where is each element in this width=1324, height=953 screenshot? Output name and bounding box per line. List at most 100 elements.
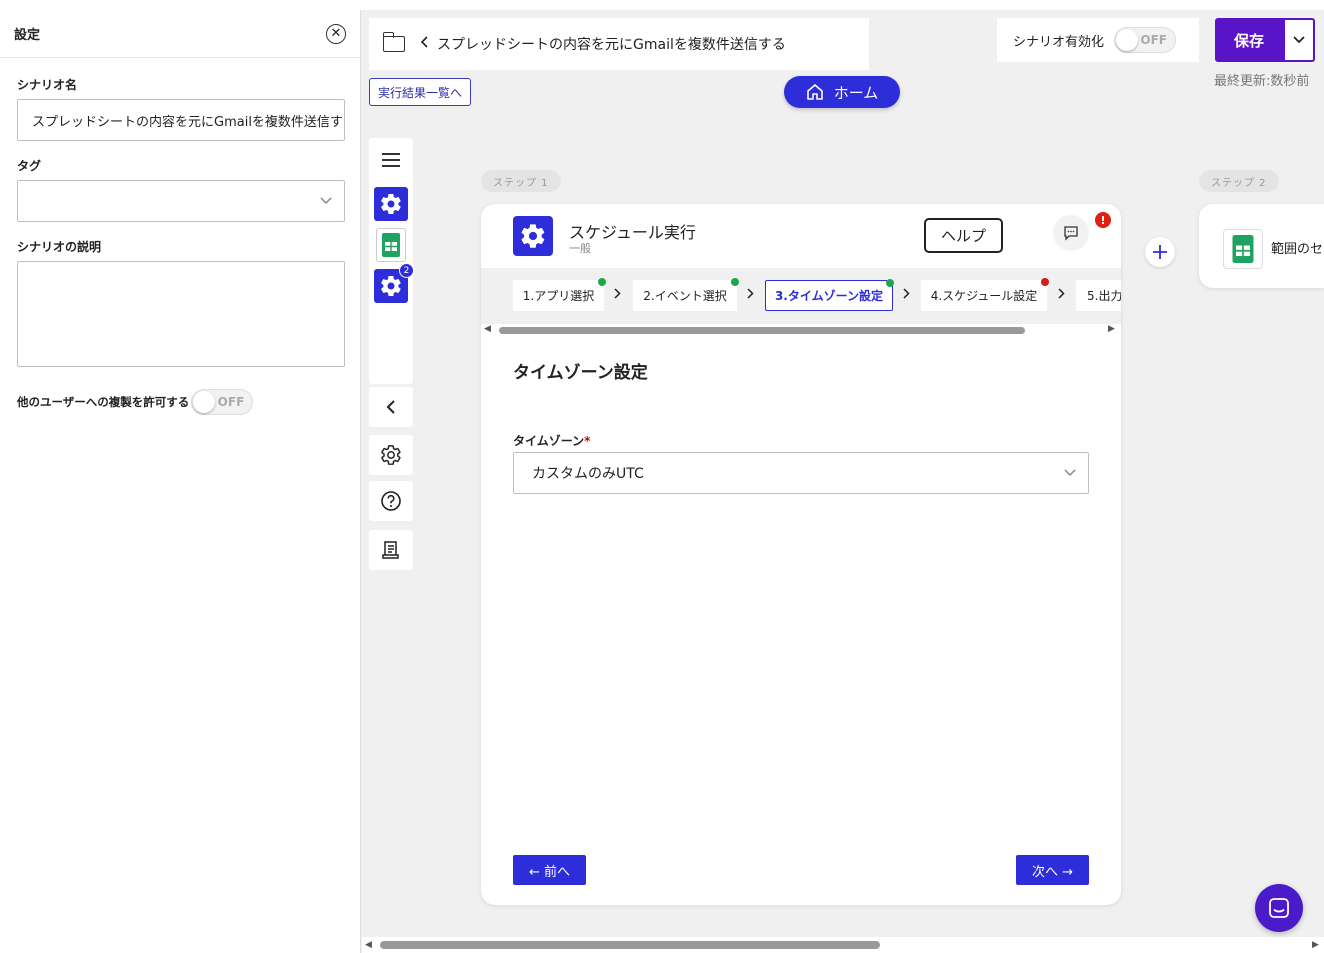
scenario-enable-toggle[interactable]: OFF — [1114, 27, 1177, 53]
tab-schedule[interactable]: 4.スケジュール設定 — [921, 278, 1049, 311]
toggle-state: OFF — [217, 395, 245, 409]
folder-icon[interactable] — [383, 32, 405, 52]
timezone-label: タイムゾーン* — [513, 432, 590, 449]
tab-label: 2.イベント選択 — [643, 289, 727, 303]
close-icon[interactable]: ✕ — [326, 23, 346, 44]
step-gear-icon[interactable] — [374, 187, 408, 221]
section-title: タイムゾーン設定 — [513, 363, 648, 383]
tag-label: タグ — [17, 159, 42, 173]
done-status-icon — [886, 279, 894, 287]
save-button[interactable]: 保存 — [1215, 18, 1283, 62]
error-status-icon — [1041, 278, 1049, 286]
document-icon — [382, 541, 399, 559]
canvas-scrollbar[interactable]: ◀ ▶ — [362, 937, 1324, 953]
top-strip — [0, 0, 1324, 10]
app-subtitle: 一般 — [569, 242, 591, 255]
list-icon[interactable] — [382, 153, 400, 167]
scrollbar-thumb[interactable] — [499, 327, 1025, 334]
step-2-card[interactable]: 範囲のセ — [1199, 204, 1324, 288]
home-label: ホーム — [833, 83, 879, 102]
timezone-label-text: タイムゾーン — [513, 434, 585, 448]
scenario-name-value: スプレッドシートの内容を元にGmailを複数件送信する — [32, 114, 345, 130]
add-step-button[interactable] — [1145, 237, 1175, 267]
prev-button[interactable]: ← 前へ — [513, 855, 586, 885]
toggle-knob — [1116, 29, 1139, 51]
results-list-link[interactable]: 実行結果一覧へ — [369, 78, 472, 106]
save-dropdown-button[interactable] — [1283, 18, 1315, 62]
tab-event-select[interactable]: 2.イベント選択 — [633, 278, 739, 311]
done-status-icon — [731, 278, 739, 286]
settings-header: 設定 ✕ — [0, 10, 360, 58]
collapse-button[interactable] — [369, 387, 413, 427]
timezone-value: カスタムのみUTC — [532, 466, 644, 482]
tab-timezone[interactable]: 3.タイムゾーン設定 — [765, 279, 894, 311]
chevron-left-icon[interactable] — [420, 36, 429, 52]
done-status-icon — [598, 278, 606, 286]
home-button[interactable]: ホーム — [784, 76, 900, 108]
description-textarea[interactable] — [17, 261, 345, 367]
tab-label: 5.出力 — [1087, 289, 1121, 303]
scenario-name-label: シナリオ名 — [17, 78, 78, 92]
sheets-icon — [1223, 229, 1263, 269]
description-label: シナリオの説明 — [17, 240, 102, 254]
scroll-right-icon[interactable]: ▶ — [1108, 324, 1115, 334]
alert-icon: ! — [1095, 212, 1111, 228]
tab-output[interactable]: 5.出力 — [1076, 280, 1121, 311]
scenario-enable: シナリオ有効化 OFF — [997, 18, 1199, 62]
scenario-breadcrumb: スプレッドシートの内容を元にGmailを複数件送信する — [369, 18, 869, 70]
timezone-select[interactable]: カスタムのみUTC — [513, 452, 1089, 494]
tab-label: 3.タイムゾーン設定 — [774, 289, 884, 303]
step-gear-icon-2[interactable]: 2 — [374, 263, 414, 303]
log-button[interactable] — [369, 530, 413, 570]
comment-button[interactable] — [1053, 215, 1089, 251]
gear-icon — [381, 445, 401, 465]
copy-permission-label: 他のユーザーへの複製を許可する — [17, 395, 190, 409]
settings-button[interactable] — [369, 435, 413, 475]
chevron-right-icon — [903, 288, 910, 303]
scroll-right-icon[interactable]: ▶ — [1312, 940, 1319, 950]
help-button[interactable]: ヘルプ — [924, 218, 1003, 253]
tab-app-select[interactable]: 1.アプリ選択 — [513, 278, 606, 311]
scenario-title: スプレッドシートの内容を元にGmailを複数件送信する — [437, 37, 786, 53]
toggle-state: OFF — [1140, 33, 1168, 47]
next-button[interactable]: 次へ → — [1016, 855, 1089, 885]
home-icon — [806, 84, 823, 100]
chat-icon — [1269, 898, 1289, 918]
step-count-badge: 2 — [399, 263, 414, 278]
schedule-gear-icon — [513, 216, 553, 256]
step-2-label: ステップ 2 — [1199, 170, 1279, 192]
copy-permission-toggle[interactable]: OFF — [191, 389, 254, 415]
required-mark: * — [584, 434, 591, 448]
step-toolbar: 2 — [369, 138, 414, 384]
chevron-right-icon — [747, 288, 754, 303]
step-1-label: ステップ 1 — [481, 170, 561, 192]
step-2-title: 範囲のセ — [1271, 242, 1324, 257]
question-circle-icon — [381, 491, 401, 511]
tabs-scrollbar[interactable]: ◀ ▶ — [481, 324, 1121, 336]
step-sheets-icon[interactable] — [376, 228, 406, 262]
chevron-down-icon — [320, 194, 332, 208]
tab-label: 1.アプリ選択 — [522, 289, 595, 303]
chevron-right-icon — [1058, 288, 1065, 303]
scrollbar-thumb[interactable] — [380, 941, 880, 949]
settings-title: 設定 — [14, 28, 41, 43]
last-updated: 最終更新:数秒前 — [1214, 74, 1310, 89]
step-card: スケジュール実行 一般 ヘルプ ! 1.アプリ選択 2.イベント選択 3.タイム… — [481, 204, 1121, 905]
enable-label: シナリオ有効化 — [1013, 34, 1105, 50]
step-tabs: 1.アプリ選択 2.イベント選択 3.タイムゾーン設定 4.スケジュール設定 5 — [481, 268, 1121, 324]
tag-select[interactable] — [17, 180, 345, 222]
tab-label: 4.スケジュール設定 — [930, 289, 1038, 303]
chat-button[interactable] — [1255, 884, 1303, 932]
scroll-left-icon[interactable]: ◀ — [365, 940, 372, 950]
chevron-left-icon — [386, 400, 395, 414]
chevron-down-icon — [1293, 36, 1305, 44]
comment-icon — [1064, 226, 1078, 241]
help-circle-button[interactable] — [369, 481, 413, 521]
chevron-down-icon — [1064, 466, 1076, 480]
plus-icon — [1153, 245, 1167, 259]
scroll-left-icon[interactable]: ◀ — [484, 324, 491, 334]
chevron-right-icon — [614, 288, 621, 303]
scenario-name-input[interactable]: スプレッドシートの内容を元にGmailを複数件送信する — [17, 99, 345, 141]
card-header: スケジュール実行 一般 ヘルプ ! — [481, 204, 1121, 268]
toggle-knob — [193, 391, 216, 413]
